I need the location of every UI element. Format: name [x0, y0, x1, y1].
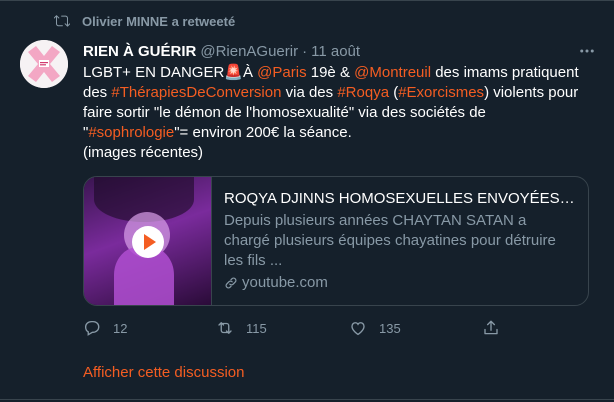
author-avatar[interactable]	[20, 40, 68, 88]
tweet-text-segment: À	[242, 64, 258, 81]
tweet-text-segment: 19è &	[306, 64, 355, 81]
tweet-text-segment: "= environ 200€ la séance.	[174, 124, 352, 141]
share-icon	[484, 320, 498, 335]
retweet-button[interactable]: 115	[216, 319, 349, 337]
reply-count: 12	[113, 320, 128, 336]
tweet-actions: 12 115 135	[83, 318, 513, 338]
author-handle[interactable]: @RienAGuerir	[200, 43, 298, 60]
retweet-context[interactable]: Olivier MINNE a retweeté	[54, 11, 235, 31]
mention-link[interactable]: @Paris	[257, 64, 306, 81]
card-description: Depuis plusieurs années CHAYTAN SATAN a …	[224, 212, 556, 269]
play-icon[interactable]	[132, 226, 164, 258]
bottom-divider	[0, 399, 614, 400]
card-domain: youtube.com	[224, 273, 576, 293]
x-logo-avatar-icon	[20, 40, 68, 88]
tweet-text: LGBT+ EN DANGER🚨À @Paris 19è & @Montreui…	[83, 63, 595, 163]
like-count: 135	[379, 320, 401, 336]
reply-icon	[84, 320, 100, 336]
hashtag-link[interactable]: #sophrologie	[88, 124, 174, 141]
top-divider	[0, 0, 614, 1]
tweet-content: RIEN À GUÉRIR @RienAGuerir · 11 août LGB…	[83, 41, 595, 381]
share-button[interactable]	[482, 319, 500, 337]
reply-button[interactable]: 12	[83, 319, 216, 337]
like-button[interactable]: 135	[349, 319, 482, 337]
hashtag-link[interactable]: #Roqya	[337, 84, 389, 101]
card-domain-text: youtube.com	[242, 274, 328, 291]
hashtag-link[interactable]: #ThérapiesDeConversion	[111, 84, 281, 101]
author-name[interactable]: RIEN À GUÉRIR	[83, 43, 196, 60]
card-body: ROQYA DJINNS HOMOSEXUELLES ENVOYÉES CO..…	[212, 177, 588, 305]
show-thread-link[interactable]: Afficher cette discussion	[83, 364, 244, 381]
tweet-text-segment: (	[389, 84, 399, 101]
more-options-button[interactable]	[575, 41, 599, 61]
retweet-count: 115	[246, 320, 267, 336]
card-title: ROQYA DJINNS HOMOSEXUELLES ENVOYÉES CO..…	[224, 190, 576, 207]
link-card[interactable]: ROQYA DJINNS HOMOSEXUELLES ENVOYÉES CO..…	[83, 176, 589, 306]
tweet-text-segment: via des	[281, 84, 338, 101]
retweet-icon	[54, 13, 70, 29]
tweet-header: RIEN À GUÉRIR @RienAGuerir · 11 août	[83, 41, 595, 61]
tweet-body: LGBT+ EN DANGER🚨À @Paris 19è & @Montreui…	[83, 64, 579, 141]
tweet-date[interactable]: 11 août	[311, 43, 360, 60]
mention-link[interactable]: @Montreuil	[354, 64, 431, 81]
more-horizontal-icon	[580, 49, 594, 53]
police-siren-icon: 🚨	[224, 64, 243, 81]
retweet-icon	[218, 322, 232, 334]
tweet-text-segment: LGBT+ EN DANGER	[83, 64, 225, 81]
retweet-label: Olivier MINNE a retweeté	[82, 13, 236, 29]
tweet-note: (images récentes)	[83, 144, 204, 161]
heart-icon	[351, 322, 365, 336]
separator-dot: ·	[302, 42, 308, 60]
link-icon	[224, 276, 238, 290]
hashtag-link[interactable]: #Exorcismes	[398, 84, 484, 101]
card-thumbnail[interactable]	[84, 177, 212, 305]
